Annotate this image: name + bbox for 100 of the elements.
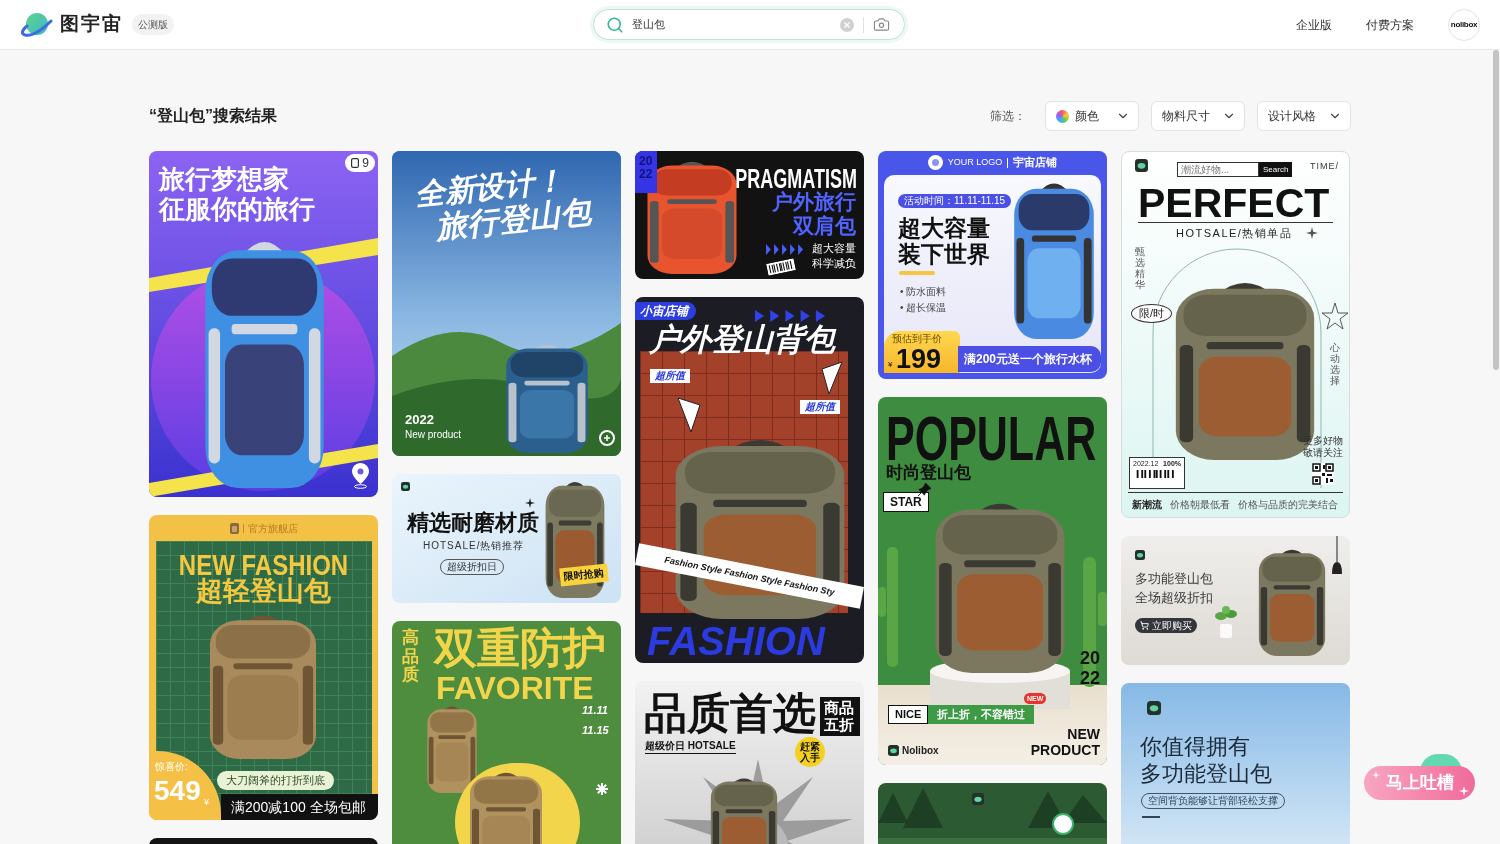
shop-name: 宇宙店铺: [1013, 157, 1058, 168]
qr-code-icon: [1312, 463, 1334, 485]
chevrons-icon: [766, 244, 803, 255]
hotsale-text: 超级价日 HOTSALE: [645, 741, 736, 754]
feature-text: 科学减负: [812, 258, 856, 269]
cone-icon: [677, 397, 701, 433]
discount-badge: 商品五折: [820, 697, 860, 736]
feature-text: • 超长保温: [900, 303, 947, 313]
date-text: 11.15: [582, 725, 609, 736]
brand-text: Nolibox: [902, 746, 939, 756]
logo-text: 图宇宙: [60, 12, 123, 37]
logo-icon: [927, 155, 943, 170]
sparkle-icon: [525, 498, 535, 508]
sparkle-icon: [1459, 786, 1469, 796]
feature-text: 超大容量: [812, 243, 856, 254]
price-label: 惊喜价:: [155, 762, 188, 772]
poster-card[interactable]: 2022 PRAGMATISM 户外旅行 双肩包 超大容量 科学减负: [635, 151, 864, 279]
cart-icon: [1140, 621, 1149, 630]
search-button[interactable]: Search: [1259, 162, 1293, 177]
logo-icon: [888, 745, 899, 756]
logo-icon[interactable]: [18, 12, 53, 37]
poster-card[interactable]: 多功能登山包 全场超级折扣 立即购买: [1121, 536, 1350, 665]
buy-button[interactable]: 立即购买: [1135, 618, 1197, 633]
star-icon: [1321, 302, 1349, 330]
poster-title: 你值得拥有: [1140, 736, 1251, 758]
poster-card[interactable]: 精选耐磨材质 HOTSALE/热销推荐 超级折扣日 限时抢购: [392, 474, 621, 603]
plant-icon: [1213, 606, 1239, 638]
search-field[interactable]: 登山包: [593, 9, 905, 40]
feature-text: • 防水面料: [900, 287, 947, 297]
backpack-drawing: [709, 777, 779, 844]
footer-text: NEW: [1067, 727, 1100, 741]
avatar-button[interactable]: nolibox: [1448, 8, 1480, 41]
search-field[interactable]: 潮流好物...: [1177, 162, 1259, 177]
poster-card[interactable]: 你值得拥有 多功能登山包 空间背负能够让背部轻松支撑: [1121, 683, 1350, 844]
poster-subtitle: 双肩包: [793, 215, 856, 236]
poster-card[interactable]: 小宙店铺 户外登山背包 超所值 超所值 Fashion Style Fashion Style Fashion Sty FASHION: [635, 297, 864, 663]
barcode-icon: [766, 258, 796, 276]
currency-symbol: ¥: [888, 361, 893, 369]
poster-title: 多功能登山包: [1140, 763, 1272, 785]
year-tag: 2022: [635, 151, 657, 193]
vertical-text: 心动选择: [1330, 342, 1340, 386]
camera-icon[interactable]: [873, 16, 890, 33]
lamp-icon: [1331, 536, 1343, 574]
slogan-pill: 大刀阔斧的打折到底: [217, 771, 334, 790]
filter-dropdown[interactable]: 物料尺寸: [1151, 101, 1245, 131]
poster-subtitle: HOTSALE/热销推荐: [423, 541, 525, 551]
nav-link[interactable]: 付费方案: [1366, 15, 1414, 34]
star-tag: STAR: [883, 492, 929, 512]
poster-title: 旅行梦想家: [159, 166, 290, 192]
nav-link[interactable]: 企业版: [1296, 15, 1332, 34]
beta-badge: 公测版: [132, 14, 174, 35]
search-input[interactable]: 登山包: [632, 16, 840, 33]
page-count: 9: [362, 157, 369, 169]
sticker-badge: 赶紧入手: [795, 737, 825, 767]
currency-symbol: ¥: [204, 798, 209, 807]
pin-icon: [918, 483, 931, 496]
color-wheel-icon: [1056, 109, 1069, 123]
poster-card[interactable]: 全新设计！ 旅行登山包 2022 New product: [392, 151, 621, 456]
poster-title: 全场超级折扣: [1135, 591, 1213, 604]
footer-text: 价格朝最低看: [1170, 500, 1230, 510]
value-tag: 超所值: [650, 369, 690, 383]
poster-title: 征服你的旅行: [159, 196, 315, 222]
logo-icon: [401, 482, 410, 491]
filter-dropdown[interactable]: 颜色: [1045, 101, 1139, 131]
poster-title: 精选耐磨材质: [407, 512, 539, 534]
scrollbar-thumb[interactable]: [1493, 50, 1499, 370]
poster-title: 品质首选: [644, 692, 816, 735]
filter-label: 筛选：: [990, 108, 1026, 125]
value-tag: 超所值: [800, 400, 840, 414]
stamp-text: 限/时: [1131, 304, 1173, 323]
poster-title: 户外登山背包: [649, 324, 835, 355]
caption-text: New product: [405, 430, 462, 440]
page-icon: [351, 158, 360, 168]
plus-circle-icon: [599, 430, 615, 446]
location-pin-icon: [352, 463, 369, 489]
vertical-text: 甄选精华: [1135, 246, 1145, 290]
price-text: 549: [154, 777, 201, 805]
poster-subtitle: FAVORITE: [436, 672, 594, 704]
chevrons-icon: [755, 310, 825, 322]
poster-subtitle: 户外旅行: [772, 191, 856, 212]
date-text: 11.11: [582, 705, 608, 716]
sparkle-icon: [1306, 227, 1318, 239]
poster-card[interactable]: YOUR LOGO 宇宙店铺 活动时间：11.11-11.15 超大容量 装下世界 • 防水面料 • 超长保温 预估到手价 ¥199 满200元送一个旅行水杯: [878, 151, 1107, 379]
deal-banner: 折上折，不容错过: [928, 705, 1034, 724]
filter-dropdown[interactable]: 设计风格: [1257, 101, 1351, 131]
shop-tag: 小宙店铺: [635, 302, 696, 320]
price-label: 预估到手价: [892, 334, 942, 344]
poster-title: PRAGMATISM: [735, 165, 857, 192]
cone-icon: [821, 361, 843, 395]
poster-card[interactable]: 旅行梦想家 征服你的旅行 9: [149, 151, 378, 497]
banner-text: Fashion Style Fashion Style Fashion Sty: [663, 555, 836, 597]
poster-title: 超大容量: [898, 217, 990, 240]
poster-title: 多功能登山包: [1135, 572, 1213, 585]
year-text: 2022: [405, 413, 434, 426]
note-text: 敬请关注: [1303, 448, 1343, 458]
logo-icon: [972, 793, 984, 805]
vertical-label: 高品质: [402, 629, 419, 686]
poster-title: PERFECT: [1138, 183, 1330, 224]
store-icon: [229, 523, 239, 534]
poster-title: 装下世界: [898, 243, 990, 266]
